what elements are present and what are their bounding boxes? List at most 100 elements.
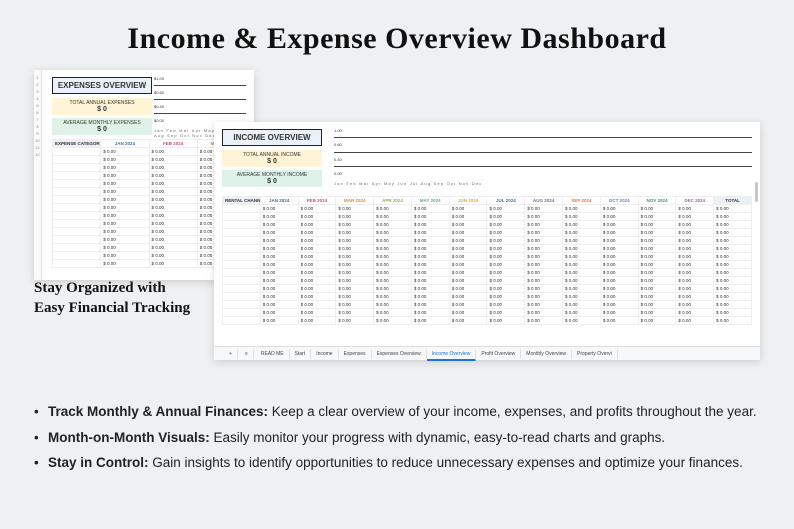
cell[interactable]: $ 0.00 — [600, 293, 638, 301]
cell[interactable]: $ 0.00 — [260, 317, 298, 325]
cell[interactable]: $ 0.00 — [638, 301, 676, 309]
cell[interactable]: $ 0.00 — [449, 229, 487, 237]
cell[interactable]: $ 0.00 — [298, 301, 336, 309]
cell[interactable]: $ 0.00 — [487, 237, 525, 245]
cell[interactable]: $ 0.00 — [374, 237, 412, 245]
cell[interactable]: $ 0.00 — [336, 285, 374, 293]
cell[interactable] — [53, 180, 101, 188]
cell[interactable] — [223, 261, 261, 269]
cell[interactable]: $ 0.00 — [487, 317, 525, 325]
cell[interactable] — [223, 229, 261, 237]
cell[interactable]: $ 0.00 — [600, 261, 638, 269]
cell[interactable] — [223, 293, 261, 301]
cell[interactable]: $ 0.00 — [525, 301, 563, 309]
cell[interactable]: $ 0.00 — [101, 260, 149, 268]
cell[interactable]: $ 0.00 — [563, 285, 601, 293]
cell[interactable]: $ 0.00 — [525, 213, 563, 221]
cell[interactable]: $ 0.00 — [563, 253, 601, 261]
cell[interactable] — [223, 253, 261, 261]
cell[interactable]: $ 0.00 — [411, 301, 449, 309]
cell[interactable]: $ 0.00 — [714, 317, 752, 325]
cell[interactable]: $ 0.00 — [525, 285, 563, 293]
cell[interactable] — [223, 205, 261, 213]
cell[interactable]: $ 0.00 — [260, 309, 298, 317]
cell[interactable]: $ 0.00 — [563, 245, 601, 253]
cell[interactable]: $ 0.00 — [676, 245, 714, 253]
cell[interactable]: $ 0.00 — [563, 301, 601, 309]
cell[interactable]: $ 0.00 — [449, 317, 487, 325]
cell[interactable]: $ 0.00 — [260, 277, 298, 285]
cell[interactable]: $ 0.00 — [374, 261, 412, 269]
cell[interactable]: $ 0.00 — [260, 237, 298, 245]
cell[interactable]: $ 0.00 — [101, 228, 149, 236]
cell[interactable]: $ 0.00 — [260, 301, 298, 309]
cell[interactable]: $ 0.00 — [374, 253, 412, 261]
cell[interactable]: $ 0.00 — [600, 317, 638, 325]
cell[interactable]: $ 0.00 — [374, 205, 412, 213]
cell[interactable]: $ 0.00 — [411, 269, 449, 277]
cell[interactable]: $ 0.00 — [374, 213, 412, 221]
cell[interactable] — [223, 237, 261, 245]
cell[interactable]: $ 0.00 — [714, 309, 752, 317]
cell[interactable]: $ 0.00 — [525, 253, 563, 261]
cell[interactable]: $ 0.00 — [563, 309, 601, 317]
cell[interactable]: $ 0.00 — [260, 285, 298, 293]
cell[interactable]: $ 0.00 — [638, 245, 676, 253]
cell[interactable]: $ 0.00 — [638, 261, 676, 269]
cell[interactable]: $ 0.00 — [101, 252, 149, 260]
cell[interactable]: $ 0.00 — [563, 317, 601, 325]
cell[interactable] — [223, 213, 261, 221]
cell[interactable]: $ 0.00 — [449, 213, 487, 221]
cell[interactable]: $ 0.00 — [298, 261, 336, 269]
cell[interactable]: $ 0.00 — [638, 205, 676, 213]
cell[interactable]: $ 0.00 — [449, 269, 487, 277]
cell[interactable] — [53, 188, 101, 196]
cell[interactable]: $ 0.00 — [714, 285, 752, 293]
cell[interactable]: $ 0.00 — [563, 213, 601, 221]
cell[interactable] — [223, 285, 261, 293]
cell[interactable]: $ 0.00 — [487, 229, 525, 237]
cell[interactable]: $ 0.00 — [298, 229, 336, 237]
cell[interactable]: $ 0.00 — [600, 269, 638, 277]
tab-expenses[interactable]: Expenses — [339, 349, 372, 359]
cell[interactable]: $ 0.00 — [149, 220, 197, 228]
cell[interactable]: $ 0.00 — [260, 213, 298, 221]
cell[interactable]: $ 0.00 — [298, 309, 336, 317]
cell[interactable]: $ 0.00 — [563, 293, 601, 301]
cell[interactable]: $ 0.00 — [260, 245, 298, 253]
cell[interactable]: $ 0.00 — [149, 260, 197, 268]
cell[interactable]: $ 0.00 — [600, 285, 638, 293]
cell[interactable]: $ 0.00 — [525, 309, 563, 317]
cell[interactable] — [53, 212, 101, 220]
cell[interactable]: $ 0.00 — [676, 253, 714, 261]
cell[interactable]: $ 0.00 — [449, 301, 487, 309]
cell[interactable]: $ 0.00 — [298, 237, 336, 245]
cell[interactable]: $ 0.00 — [411, 213, 449, 221]
cell[interactable]: $ 0.00 — [298, 205, 336, 213]
cell[interactable]: $ 0.00 — [487, 277, 525, 285]
cell[interactable]: $ 0.00 — [298, 269, 336, 277]
cell[interactable]: $ 0.00 — [714, 277, 752, 285]
cell[interactable]: $ 0.00 — [336, 229, 374, 237]
cell[interactable]: $ 0.00 — [449, 237, 487, 245]
cell[interactable]: $ 0.00 — [487, 293, 525, 301]
cell[interactable]: $ 0.00 — [449, 293, 487, 301]
cell[interactable]: $ 0.00 — [298, 245, 336, 253]
cell[interactable] — [53, 244, 101, 252]
cell[interactable]: $ 0.00 — [563, 205, 601, 213]
cell[interactable]: $ 0.00 — [149, 204, 197, 212]
cell[interactable]: $ 0.00 — [260, 221, 298, 229]
cell[interactable]: $ 0.00 — [487, 253, 525, 261]
cell[interactable]: $ 0.00 — [676, 261, 714, 269]
cell[interactable] — [53, 204, 101, 212]
cell[interactable]: $ 0.00 — [487, 269, 525, 277]
cell[interactable]: $ 0.00 — [714, 269, 752, 277]
cell[interactable] — [53, 252, 101, 260]
cell[interactable]: $ 0.00 — [487, 205, 525, 213]
cell[interactable]: $ 0.00 — [374, 301, 412, 309]
cell[interactable]: $ 0.00 — [563, 237, 601, 245]
cell[interactable] — [53, 260, 101, 268]
cell[interactable]: $ 0.00 — [101, 236, 149, 244]
cell[interactable]: $ 0.00 — [714, 229, 752, 237]
cell[interactable]: $ 0.00 — [374, 245, 412, 253]
